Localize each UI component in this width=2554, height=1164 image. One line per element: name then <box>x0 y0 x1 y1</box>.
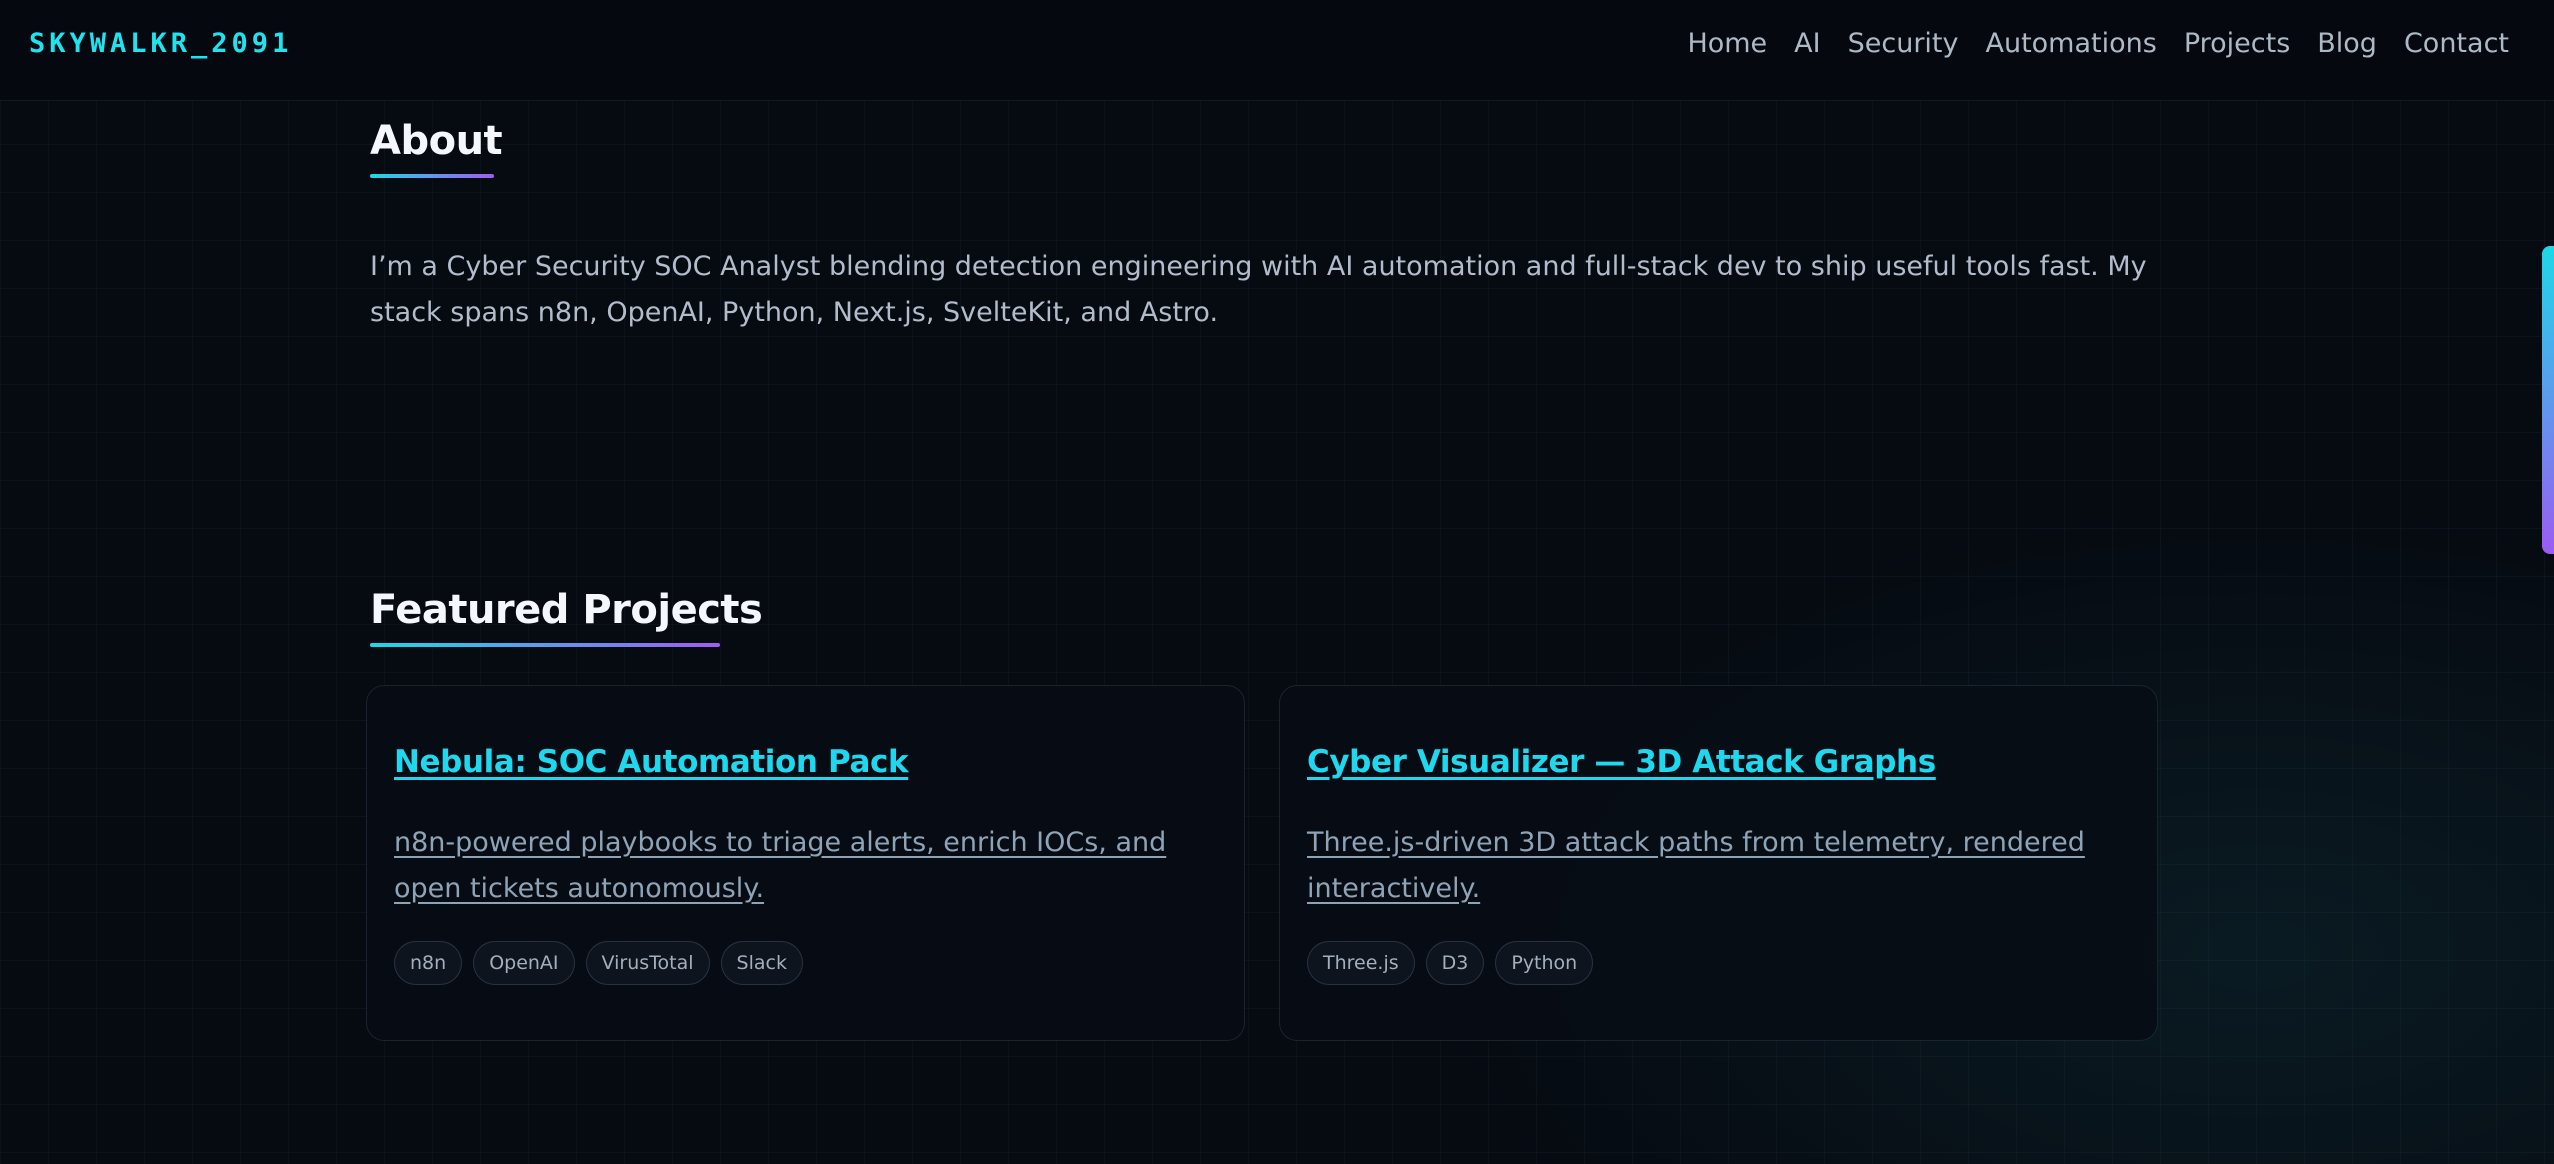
featured-projects-heading-underline <box>370 643 720 647</box>
tag-chip: Python <box>1495 941 1594 985</box>
project-tags: n8n OpenAI VirusTotal Slack <box>394 941 803 985</box>
nav-link-contact[interactable]: Contact <box>2404 28 2509 59</box>
top-navigation-bar: SKYWALKR_2091 Home AI Security Automatio… <box>0 0 2554 101</box>
featured-projects-heading: Featured Projects <box>370 587 763 633</box>
tag-chip: D3 <box>1425 941 1485 985</box>
project-title-link[interactable]: Nebula: SOC Automation Pack <box>394 744 909 780</box>
about-heading-underline <box>370 174 494 178</box>
tag-chip: Three.js <box>1307 941 1415 985</box>
nav-link-automations[interactable]: Automations <box>1985 28 2156 59</box>
project-card: Nebula: SOC Automation Pack n8n-powered … <box>366 685 1245 1041</box>
project-tags: Three.js D3 Python <box>1307 941 1594 985</box>
about-paragraph: I’m a Cyber Security SOC Analyst blendin… <box>370 251 2147 328</box>
nav-link-home[interactable]: Home <box>1687 28 1767 59</box>
project-description-link[interactable]: n8n-powered playbooks to triage alerts, … <box>394 820 1194 912</box>
tag-chip: n8n <box>394 941 463 985</box>
site-logo[interactable]: SKYWALKR_2091 <box>29 28 292 59</box>
nav-link-security[interactable]: Security <box>1848 28 1959 59</box>
tag-chip: VirusTotal <box>585 941 710 985</box>
main-nav: Home AI Security Automations Projects Bl… <box>1687 28 2509 59</box>
nav-link-ai[interactable]: AI <box>1794 28 1820 59</box>
scrollbar-thumb[interactable] <box>2542 246 2554 554</box>
about-heading: About <box>370 118 503 164</box>
nav-link-projects[interactable]: Projects <box>2184 28 2290 59</box>
project-description-link[interactable]: Three.js-driven 3D attack paths from tel… <box>1307 820 2107 912</box>
tag-chip: Slack <box>720 941 803 985</box>
project-title-link[interactable]: Cyber Visualizer — 3D Attack Graphs <box>1307 744 1936 780</box>
nav-link-blog[interactable]: Blog <box>2317 28 2377 59</box>
tag-chip: OpenAI <box>473 941 575 985</box>
project-card: Cyber Visualizer — 3D Attack Graphs Thre… <box>1279 685 2158 1041</box>
